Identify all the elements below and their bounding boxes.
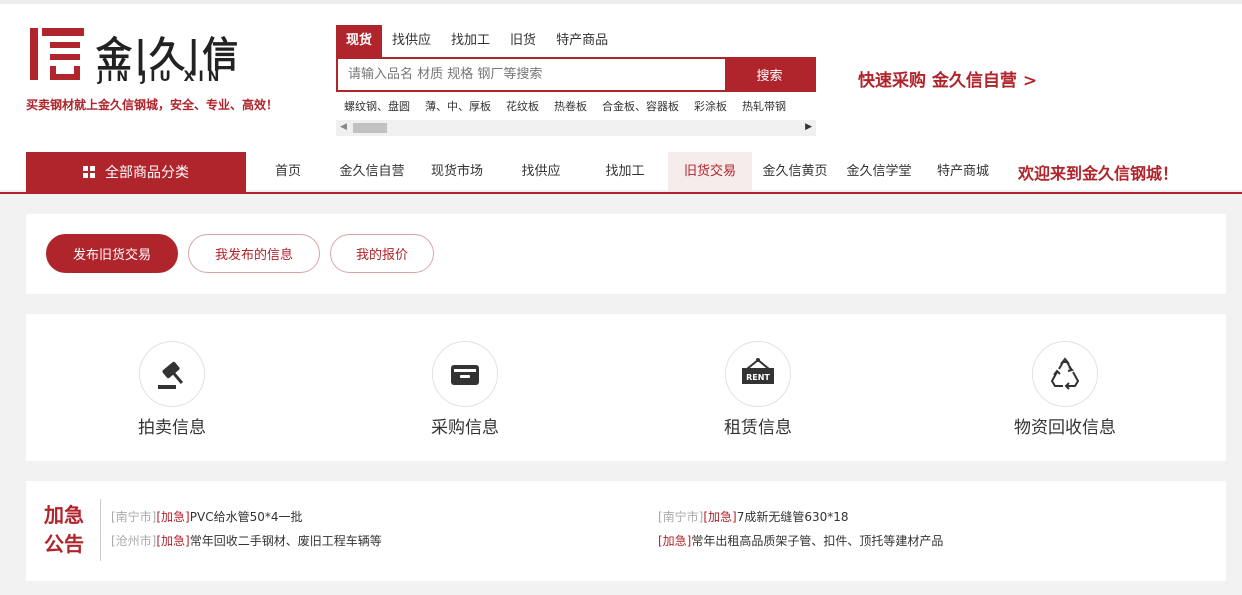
search-tab-spot[interactable]: 现货 bbox=[336, 25, 383, 57]
slogan: 买卖钢材就上金久信钢城，安全、专业、高效！ bbox=[26, 98, 279, 112]
auction-hammer-icon bbox=[158, 361, 184, 389]
search-tab-supply[interactable]: 找供应 bbox=[382, 25, 441, 57]
nav-item-supply[interactable]: 找供应 bbox=[506, 152, 576, 192]
inbox-tray-icon bbox=[451, 365, 479, 385]
hot-word[interactable]: 螺纹钢、盘圆 bbox=[344, 100, 410, 113]
header: 金|久|信 JIN JIU XIN 买卖钢材就上金久信钢城，安全、专业、高效！ … bbox=[0, 0, 1242, 194]
my-quotes-button[interactable]: 我的报价 bbox=[330, 234, 434, 273]
search-button[interactable]: 搜索 bbox=[725, 59, 814, 90]
scrollbar-thumb[interactable] bbox=[353, 123, 387, 133]
hot-words: 螺纹钢、盘圆 薄、中、厚板 花纹板 热卷板 合金板、容器板 彩涂板 热轧带钢 bbox=[336, 98, 816, 116]
nav-item-spot-market[interactable]: 现货市场 bbox=[422, 152, 492, 192]
scroll-right-icon[interactable]: ▶ bbox=[805, 122, 812, 132]
recycle-icon bbox=[1050, 357, 1080, 390]
hot-words-scrollbar[interactable]: ◀ ▶ bbox=[336, 120, 816, 136]
grid-icon bbox=[83, 166, 95, 178]
nav-item-self-operated[interactable]: 金久信自营 bbox=[332, 152, 412, 192]
category-label: 拍卖信息 bbox=[138, 418, 206, 438]
my-posts-button[interactable]: 我发布的信息 bbox=[188, 234, 320, 273]
notice-item[interactable]: [南宁市][加急]7成新无缝管630*18 bbox=[658, 508, 849, 525]
nav-item-yellow-pages[interactable]: 金久信黄页 bbox=[756, 152, 834, 192]
nav-item-processing[interactable]: 找加工 bbox=[590, 152, 660, 192]
publish-used-goods-button[interactable]: 发布旧货交易 bbox=[46, 234, 178, 273]
category-panel: 拍卖信息 采购信息 RENT 租赁信息 物资回收信息 bbox=[26, 314, 1226, 461]
hot-word[interactable]: 热轧带钢 bbox=[742, 100, 786, 113]
category-icon-circle bbox=[139, 341, 205, 407]
rent-sign-icon: RENT bbox=[742, 358, 774, 384]
search-tab-processing[interactable]: 找加工 bbox=[441, 25, 500, 57]
logo-mark-icon bbox=[30, 28, 84, 80]
category-auction[interactable]: 拍卖信息 bbox=[72, 341, 272, 438]
search-input[interactable] bbox=[338, 59, 725, 90]
hot-word[interactable]: 花纹板 bbox=[506, 100, 539, 113]
category-label: 采购信息 bbox=[431, 418, 499, 438]
logo[interactable]: 金|久|信 JIN JIU XIN 买卖钢材就上金久信钢城，安全、专业、高效！ bbox=[26, 22, 286, 117]
category-icon-circle bbox=[432, 341, 498, 407]
hot-word[interactable]: 合金板、容器板 bbox=[602, 100, 679, 113]
logo-text-en: JIN JIU XIN bbox=[98, 69, 224, 85]
main-nav: 全部商品分类 首页 金久信自营 现货市场 找供应 找加工 旧货交易 金久信黄页 … bbox=[0, 152, 1242, 194]
nav-item-specialty-mall[interactable]: 特产商城 bbox=[928, 152, 998, 192]
urgent-notice-title: 加急 公告 bbox=[44, 503, 84, 556]
hot-word[interactable]: 彩涂板 bbox=[694, 100, 727, 113]
category-purchase[interactable]: 采购信息 bbox=[365, 341, 565, 438]
divider bbox=[100, 499, 101, 561]
search-box: 搜索 bbox=[336, 57, 816, 92]
nav-item-used-goods[interactable]: 旧货交易 bbox=[668, 152, 752, 192]
category-label: 租赁信息 bbox=[724, 418, 792, 438]
nav-item-academy[interactable]: 金久信学堂 bbox=[840, 152, 918, 192]
search-tab-used[interactable]: 旧货 bbox=[500, 25, 546, 57]
notice-item[interactable]: [南宁市][加急]PVC给水管50*4一批 bbox=[111, 508, 302, 525]
nav-item-home[interactable]: 首页 bbox=[258, 152, 318, 192]
urgent-notice-panel: 加急 公告 [南宁市][加急]PVC给水管50*4一批 [沧州市][加急]常年回… bbox=[26, 481, 1226, 581]
hot-word[interactable]: 薄、中、厚板 bbox=[425, 100, 491, 113]
all-categories-button[interactable]: 全部商品分类 bbox=[26, 152, 246, 192]
category-rental[interactable]: RENT 租赁信息 bbox=[658, 341, 858, 438]
welcome-text: 欢迎来到金久信钢城！ bbox=[1018, 164, 1179, 183]
rent-sign-text: RENT bbox=[746, 373, 770, 382]
all-categories-label: 全部商品分类 bbox=[105, 165, 189, 181]
category-icon-circle bbox=[1032, 341, 1098, 407]
notice-item[interactable]: [沧州市][加急]常年回收二手钢材、废旧工程车辆等 bbox=[111, 532, 382, 549]
notice-item[interactable]: [加急]常年出租高品质架子管、扣件、顶托等建材产品 bbox=[658, 532, 943, 549]
category-recycling[interactable]: 物资回收信息 bbox=[965, 341, 1165, 438]
search-tab-specialty[interactable]: 特产商品 bbox=[546, 25, 618, 57]
hot-word[interactable]: 热卷板 bbox=[554, 100, 587, 113]
scroll-left-icon[interactable]: ◀ bbox=[340, 122, 347, 132]
quick-buy-link[interactable]: 快速采购 金久信自营 > bbox=[858, 66, 1037, 91]
category-icon-circle: RENT bbox=[725, 341, 791, 407]
action-panel: 发布旧货交易 我发布的信息 我的报价 bbox=[26, 214, 1226, 294]
category-label: 物资回收信息 bbox=[1014, 418, 1116, 438]
search-tabs: 现货 找供应 找加工 旧货 特产商品 bbox=[336, 25, 618, 57]
